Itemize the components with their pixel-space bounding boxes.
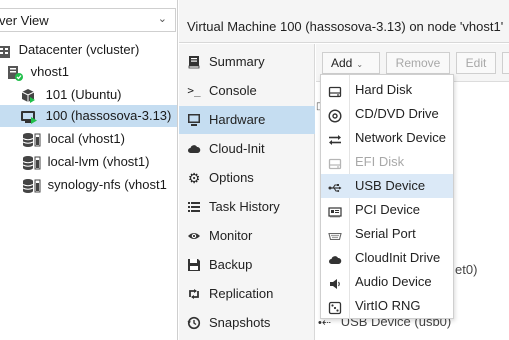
- usb-icon: [328, 179, 342, 193]
- menu-item-cd-dvd-drive[interactable]: CD/DVD Drive: [321, 102, 453, 126]
- gear-icon: ⚙: [187, 170, 201, 186]
- container-running-icon: [20, 88, 36, 104]
- tree-item-label: Datacenter (vcluster): [18, 42, 140, 57]
- view-selector-value: ver View: [0, 13, 49, 28]
- audio-icon: [328, 275, 342, 289]
- tree-item-label: local-lvm (vhost1): [47, 154, 150, 169]
- vm-nav-panel: Summary >_ Console Hardware Cloud-Init ⚙…: [179, 44, 315, 340]
- network-exchange-icon: [328, 131, 342, 145]
- edit-button[interactable]: Edit: [456, 52, 496, 74]
- list-icon: [187, 200, 201, 214]
- menu-item-cloudinit-drive[interactable]: CloudInit Drive: [321, 246, 453, 270]
- nav-item-monitor[interactable]: Monitor: [179, 222, 315, 250]
- nav-item-hardware[interactable]: Hardware: [179, 106, 315, 134]
- menu-item-efi-disk[interactable]: EFI Disk: [321, 150, 453, 174]
- history-icon: [187, 316, 201, 330]
- add-hardware-menu: Hard Disk CD/DVD Drive Network Device EF…: [320, 74, 454, 320]
- node-online-icon: [7, 65, 23, 81]
- storage-icon: [22, 178, 42, 194]
- floppy-icon: [187, 258, 201, 272]
- tree-item-label: vhost1: [30, 64, 69, 79]
- nav-item-cloud-init[interactable]: Cloud-Init: [179, 135, 315, 163]
- efi-disk-icon: [328, 155, 342, 170]
- nav-item-backup[interactable]: Backup: [179, 251, 315, 279]
- storage-icon: [22, 155, 42, 171]
- tree-item-node-vhost1[interactable]: vhost1: [0, 61, 177, 83]
- eye-icon: [187, 229, 201, 243]
- add-button[interactable]: Add ⌄: [322, 52, 380, 74]
- tree-item-storage-local-lvm[interactable]: local-lvm (vhost1): [0, 151, 177, 173]
- serial-port-icon: [328, 227, 342, 241]
- tree-item-label: synology-nfs (vhost1: [47, 177, 167, 192]
- terminal-icon: >_: [187, 84, 201, 97]
- cloud-icon: [187, 142, 201, 156]
- resource-tree-panel: ver View ⌄ Datacenter (vcluster) vhost1 …: [0, 0, 178, 340]
- menu-item-usb-device[interactable]: USB Device: [321, 174, 453, 198]
- nav-item-console[interactable]: >_ Console: [179, 77, 315, 105]
- hdd-icon: [328, 83, 342, 98]
- tree-item-datacenter[interactable]: Datacenter (vcluster): [0, 39, 177, 61]
- cloud-icon: [328, 251, 342, 265]
- tree-item-storage-synology-nfs[interactable]: synology-nfs (vhost1: [0, 174, 177, 196]
- pci-card-icon: [328, 203, 342, 218]
- menu-item-hard-disk[interactable]: Hard Disk: [321, 78, 453, 102]
- view-selector[interactable]: ver View ⌄: [0, 8, 176, 32]
- cdrom-icon: [328, 107, 342, 123]
- tree-item-label: 101 (Ubuntu): [45, 87, 122, 102]
- book-icon: [187, 55, 201, 69]
- nav-item-options[interactable]: ⚙ Options: [179, 164, 315, 192]
- menu-item-serial-port[interactable]: Serial Port: [321, 222, 453, 246]
- grid-row-network-partial[interactable]: et0): [455, 258, 477, 282]
- monitor-icon: [187, 113, 201, 127]
- menu-item-network-device[interactable]: Network Device: [321, 126, 453, 150]
- content-header: Virtual Machine 100 (hassosova-3.13) on …: [179, 0, 509, 43]
- tree-item-storage-local[interactable]: local (vhost1): [0, 128, 177, 150]
- chevron-down-icon: ⌄: [356, 60, 364, 69]
- storage-icon: [22, 132, 42, 148]
- dice-icon: [328, 299, 342, 315]
- more-button[interactable]: [502, 52, 509, 74]
- tree-item-label: local (vhost1): [47, 131, 125, 146]
- nav-item-task-history[interactable]: Task History: [179, 193, 315, 221]
- menu-item-pci-device[interactable]: PCI Device: [321, 198, 453, 222]
- menu-item-audio-device[interactable]: Audio Device: [321, 270, 453, 294]
- datacenter-icon: [0, 44, 11, 58]
- nav-item-summary[interactable]: Summary: [179, 48, 315, 76]
- page-title: Virtual Machine 100 (hassosova-3.13) on …: [187, 19, 504, 34]
- nav-item-snapshots[interactable]: Snapshots: [179, 309, 315, 337]
- chevron-down-icon[interactable]: ⌄: [158, 12, 167, 25]
- retweet-icon: [187, 287, 201, 301]
- menu-item-virtio-rng[interactable]: VirtIO RNG: [321, 294, 453, 318]
- tree-item-vm-100[interactable]: 100 (hassosova-3.13): [0, 105, 177, 127]
- tree-item-label: 100 (hassosova-3.13): [45, 108, 172, 123]
- tree-item-ct-101[interactable]: 101 (Ubuntu): [0, 84, 177, 106]
- nav-item-replication[interactable]: Replication: [179, 280, 315, 308]
- vm-running-icon: [20, 109, 38, 125]
- remove-button[interactable]: Remove: [386, 52, 450, 74]
